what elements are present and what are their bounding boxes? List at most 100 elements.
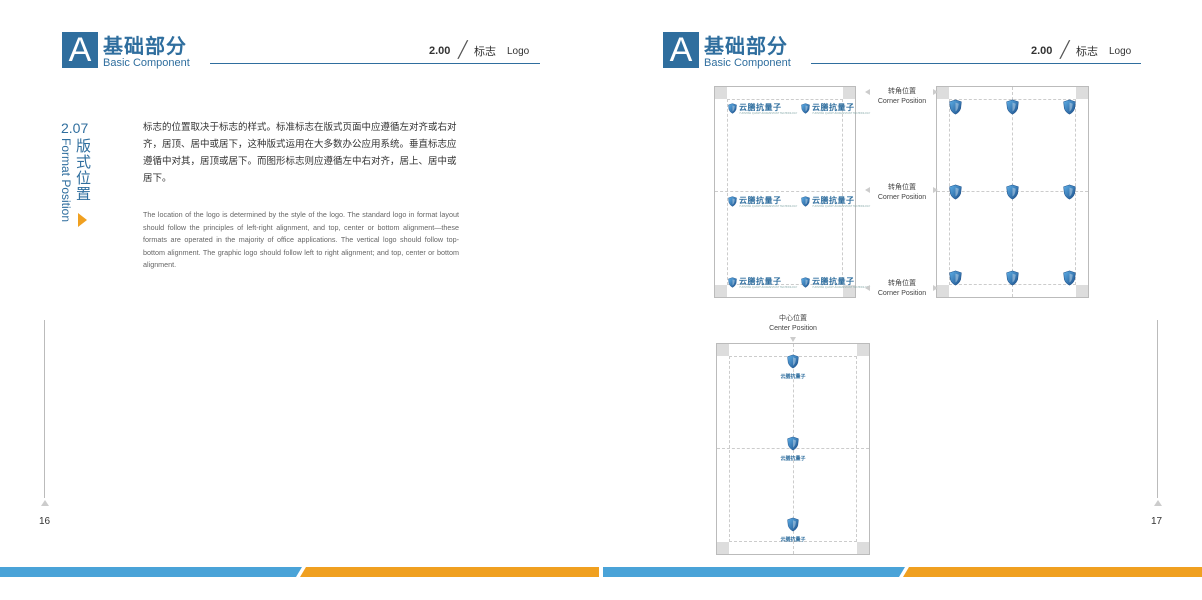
corner-block bbox=[717, 344, 729, 356]
footer-stripe-blue-left bbox=[0, 567, 302, 577]
section-number: 2.00 bbox=[429, 45, 451, 57]
shield-icon bbox=[949, 270, 962, 290]
logo-name-cn: 云膳抗量子 bbox=[780, 456, 806, 462]
page-number-right: 17 bbox=[1151, 516, 1163, 527]
header-rule bbox=[811, 63, 1141, 64]
corner-label-cn: 转角位置 bbox=[888, 87, 916, 95]
arrow-right-icon bbox=[933, 187, 938, 193]
logo-name-cn: 云膳抗量子 bbox=[739, 195, 782, 205]
corner-block bbox=[1076, 87, 1088, 99]
corner-block bbox=[715, 285, 727, 297]
shield-icon bbox=[949, 184, 962, 204]
arrow-left-icon bbox=[865, 187, 870, 193]
shield-icon bbox=[1006, 184, 1019, 204]
footer-stripe-blue-right bbox=[603, 567, 905, 577]
footer-stripes bbox=[0, 567, 1202, 577]
section-title-en: Logo bbox=[1109, 46, 1132, 57]
arrow-left-icon bbox=[865, 285, 870, 291]
corner-label-cn: 转角位置 bbox=[888, 279, 916, 287]
logo-standard: 云膳抗量子 YUNSHAN QUANTUM-RESISTANT TECHNOLOG… bbox=[801, 99, 870, 118]
shield-icon bbox=[801, 99, 810, 118]
logo-name-cn: 云膳抗量子 bbox=[780, 374, 806, 380]
page-marker-icon bbox=[41, 500, 49, 506]
shield-icon bbox=[1063, 99, 1076, 119]
logo-name-en: YUNSHAN QUANTUM-RESISTANT TECHNOLOGY bbox=[739, 111, 798, 115]
logo-name-cn: 云膳抗量子 bbox=[812, 276, 855, 286]
chapter-number: 2.07 bbox=[61, 120, 89, 136]
chapter-title-en: Format Position bbox=[59, 138, 73, 223]
section-badge: A bbox=[663, 32, 699, 68]
shield-icon bbox=[1006, 99, 1019, 119]
page-title-cn: 基础部分 bbox=[103, 34, 187, 58]
section-title-cn: 标志 bbox=[1076, 45, 1098, 58]
page-title-cn: 基础部分 bbox=[704, 34, 788, 58]
logo-name-en: YUNSHAN QUANTUM-RESISTANT TECHNOLOGY bbox=[739, 204, 798, 208]
arrow-left-icon bbox=[865, 89, 870, 95]
center-label-en: Center Position bbox=[769, 325, 817, 332]
shield-icon bbox=[787, 436, 799, 455]
corner-block bbox=[843, 87, 855, 99]
section-title-en: Logo bbox=[507, 46, 530, 57]
logo-name-en: YUNSHAN QUANTUM-RESISTANT TECHNOLOGY bbox=[812, 285, 871, 289]
guide-line bbox=[856, 356, 857, 542]
logo-standard: 云膳抗量子 YUNSHAN QUANTUM-RESISTANT TECHNOLOG… bbox=[801, 192, 870, 211]
corner-block bbox=[1076, 285, 1088, 297]
body-text-en: The location of the logo is determined b… bbox=[143, 210, 459, 269]
arrow-down-icon bbox=[790, 337, 796, 342]
corner-block bbox=[937, 285, 949, 297]
shield-icon bbox=[728, 99, 737, 118]
corner-block bbox=[857, 344, 869, 356]
logo-name-cn: 云膳抗量子 bbox=[780, 537, 806, 543]
page-marker-icon bbox=[1154, 500, 1162, 506]
center-label-cn: 中心位置 bbox=[779, 314, 807, 322]
corner-label-en: Corner Position bbox=[877, 290, 927, 297]
logo-standard: 云膳抗量子 YUNSHAN QUANTUM-RESISTANT TECHNOLOG… bbox=[728, 273, 797, 292]
footer-stripe-orange-right bbox=[903, 567, 1202, 577]
shield-icon bbox=[801, 192, 810, 211]
right-margin-line bbox=[1157, 320, 1158, 498]
shield-icon bbox=[787, 517, 799, 536]
page-title-en: Basic Component bbox=[704, 57, 791, 69]
section-divider: ╱ bbox=[458, 40, 468, 59]
shield-icon bbox=[787, 354, 799, 373]
arrow-right-icon bbox=[933, 285, 938, 291]
shield-icon bbox=[1063, 184, 1076, 204]
page-title-en: Basic Component bbox=[103, 57, 190, 69]
section-number: 2.00 bbox=[1031, 45, 1053, 57]
left-margin-line bbox=[44, 320, 45, 498]
logo-name-cn: 云膳抗量子 bbox=[739, 102, 782, 112]
guide-line bbox=[729, 356, 730, 542]
logo-name-en: YUNSHAN QUANTUM-RESISTANT TECHNOLOGY bbox=[812, 204, 871, 208]
section-badge: A bbox=[62, 32, 98, 68]
body-text-cn: 标志的位置取决于标志的样式。标准标志在版式页面中应遵循左对齐或右对齐，居顶、居中… bbox=[143, 122, 457, 184]
shield-icon bbox=[801, 273, 810, 292]
logo-name-cn: 云膳抗量子 bbox=[739, 276, 782, 286]
logo-standard: 云膳抗量子 YUNSHAN QUANTUM-RESISTANT TECHNOLOG… bbox=[801, 273, 870, 292]
shield-icon bbox=[1063, 270, 1076, 290]
shield-icon bbox=[728, 273, 737, 292]
corner-block bbox=[715, 87, 727, 99]
corner-block bbox=[717, 542, 729, 554]
corner-label-en: Corner Position bbox=[877, 194, 927, 201]
chapter-title-cn: 版式位置 bbox=[74, 138, 92, 202]
logo-standard: 云膳抗量子 YUNSHAN QUANTUM-RESISTANT TECHNOLOG… bbox=[728, 99, 797, 118]
logo-standard: 云膳抗量子 YUNSHAN QUANTUM-RESISTANT TECHNOLOG… bbox=[728, 192, 797, 211]
chapter-marker-icon bbox=[78, 213, 87, 227]
corner-label-cn: 转角位置 bbox=[888, 183, 916, 191]
section-divider: ╱ bbox=[1060, 40, 1070, 59]
corner-block bbox=[937, 87, 949, 99]
shield-icon bbox=[949, 99, 962, 119]
corner-label-en: Corner Position bbox=[877, 98, 927, 105]
logo-vertical: 云膳抗量子 bbox=[779, 517, 807, 543]
section-title-cn: 标志 bbox=[474, 45, 496, 58]
logo-name-cn: 云膳抗量子 bbox=[812, 102, 855, 112]
logo-name-en: YUNSHAN QUANTUM-RESISTANT TECHNOLOGY bbox=[812, 111, 871, 115]
header-rule bbox=[210, 63, 540, 64]
shield-icon bbox=[1006, 270, 1019, 290]
arrow-right-icon bbox=[933, 89, 938, 95]
logo-vertical: 云膳抗量子 bbox=[779, 436, 807, 462]
logo-vertical: 云膳抗量子 bbox=[779, 354, 807, 380]
corner-block bbox=[857, 542, 869, 554]
footer-stripe-orange-left bbox=[300, 567, 599, 577]
logo-name-en: YUNSHAN QUANTUM-RESISTANT TECHNOLOGY bbox=[739, 285, 798, 289]
